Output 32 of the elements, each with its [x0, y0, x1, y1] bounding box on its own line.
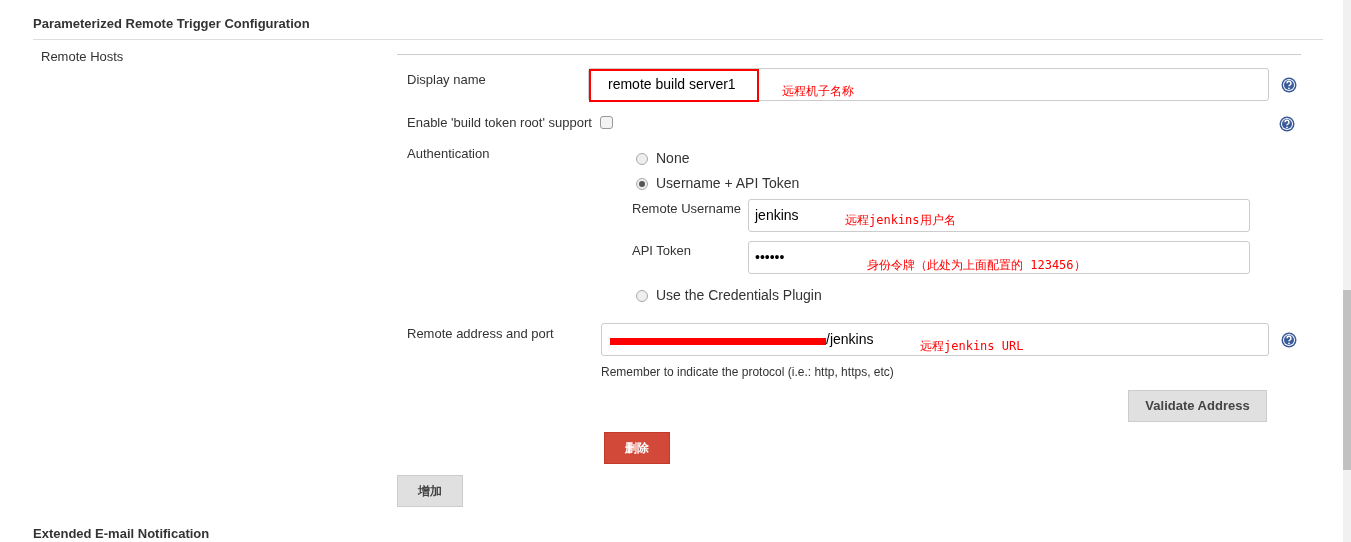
field-label: API Token — [631, 242, 693, 260]
radio-label[interactable]: None — [656, 148, 690, 169]
input-field[interactable]: jenkins 远程jenkins用户名 — [748, 199, 1250, 232]
radio-button[interactable] — [636, 152, 648, 165]
field-label: Remote Username — [631, 200, 743, 218]
radio-label[interactable]: Use the Credentials Plugin — [656, 285, 822, 306]
field-label: Remote address and port — [406, 325, 555, 343]
delete-button[interactable]: 删除 — [604, 432, 670, 464]
scrollbar-thumb[interactable] — [1343, 290, 1351, 470]
field-label: Display name — [406, 70, 487, 89]
radio-button[interactable] — [636, 289, 648, 302]
validate-address-button[interactable]: Validate Address — [1128, 390, 1267, 422]
section-title: Parameterized Remote Trigger Configuration — [33, 16, 310, 31]
help-icon[interactable] — [1281, 332, 1297, 348]
checkbox[interactable] — [599, 115, 613, 129]
radio-label[interactable]: Username + API Token — [656, 173, 800, 194]
annotation-text: 身份令牌（此处为上面配置的 123456） — [867, 257, 1086, 274]
radio-button[interactable] — [636, 177, 648, 190]
annotation-text: 远程jenkins用户名 — [845, 212, 956, 229]
input-field[interactable]: /jenkins 远程jenkins URL — [601, 323, 1269, 356]
hint-text: Remember to indicate the protocol (i.e.: http, https, etc) — [601, 364, 895, 381]
help-icon[interactable] — [1281, 76, 1297, 93]
add-button[interactable]: 增加 — [397, 475, 463, 507]
annotation-text: 远程jenkins URL — [920, 338, 1024, 355]
remote-hosts-label: Remote Hosts — [41, 48, 124, 64]
field-label: Enable 'build token root' support — [406, 113, 592, 132]
section-title: Extended E-mail Notification — [33, 526, 210, 541]
input-field[interactable]: remote build server1 远程机子名称 — [588, 67, 1269, 101]
annotation-text: 远程机子名称 — [782, 82, 854, 100]
help-icon[interactable] — [1279, 115, 1295, 132]
input-field[interactable]: •••••• 身份令牌（此处为上面配置的 123456） — [748, 241, 1250, 274]
field-label: Authentication — [406, 145, 491, 163]
